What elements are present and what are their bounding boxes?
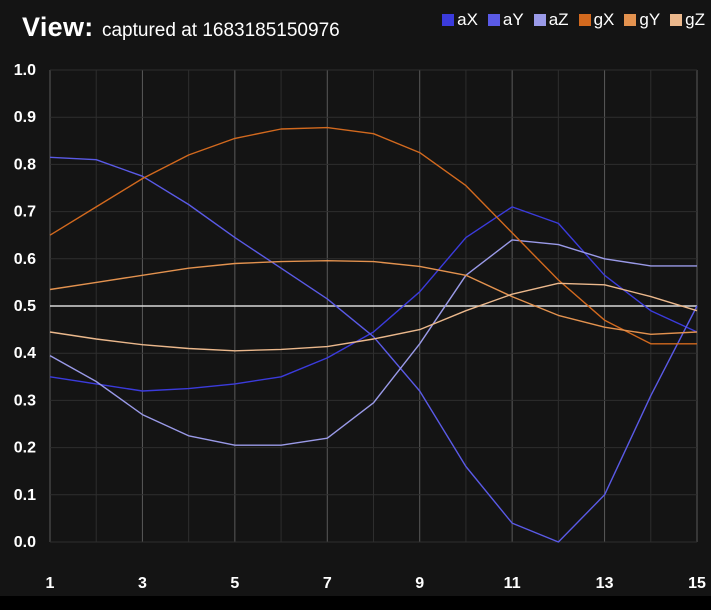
x-tick-label: 5: [230, 575, 239, 592]
y-tick-label: 1.0: [14, 62, 36, 79]
x-tick-label: 13: [596, 575, 614, 592]
grid-lines: [49, 69, 698, 543]
x-tick-label: 9: [415, 575, 424, 592]
y-tick-label: 0.1: [14, 487, 36, 504]
y-tick-label: 0.0: [14, 534, 36, 551]
y-tick-label: 0.6: [14, 251, 36, 268]
y-tick-label: 0.3: [14, 392, 36, 409]
x-tick-label: 15: [688, 575, 706, 592]
line-chart: 0.00.10.20.30.40.50.60.70.80.91.01 3 5 7 9 11…: [14, 62, 706, 592]
y-tick-label: 0.8: [14, 156, 36, 173]
x-tick-label: 1: [46, 575, 55, 592]
x-tick-label: 11: [504, 575, 521, 592]
y-tick-label: 0.4: [14, 345, 36, 362]
y-tick-label: 0.5: [14, 298, 36, 315]
y-tick-label: 0.7: [14, 204, 36, 221]
x-tick-label: 3: [138, 575, 147, 592]
bottom-band: [0, 596, 711, 610]
x-tick-label: 7: [323, 575, 332, 592]
y-tick-label: 0.2: [14, 440, 36, 457]
y-tick-label: 0.9: [14, 109, 36, 126]
